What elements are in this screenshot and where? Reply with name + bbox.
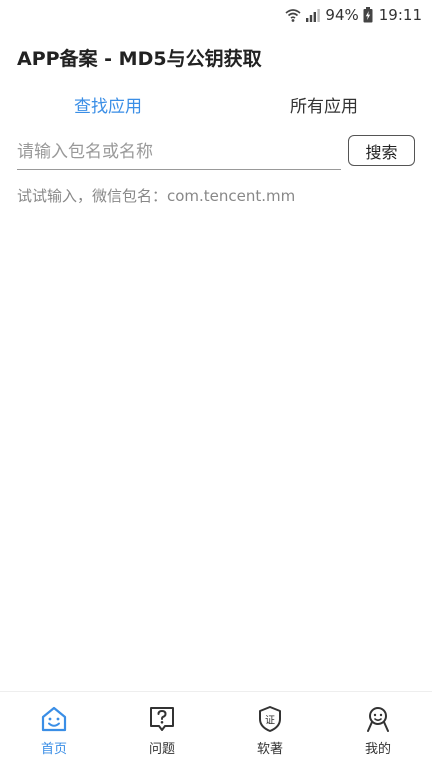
search-hint: 试试输入，微信包名：com.tencent.mm — [17, 187, 296, 205]
battery-level: 94% — [325, 6, 359, 24]
battery-charging-icon — [363, 7, 373, 23]
status-bar: 94% 19:11 — [0, 0, 432, 30]
nav-label-home: 首页 — [40, 742, 67, 757]
nav-item-profile[interactable]: 我的 — [324, 692, 432, 768]
certificate-shield-icon: 证 — [255, 704, 285, 734]
nav-label-profile: 我的 — [364, 742, 391, 757]
profile-icon — [363, 704, 393, 734]
svg-text:证: 证 — [265, 715, 275, 727]
tab-find-app[interactable]: 查找应用 — [0, 94, 216, 120]
tab-bar: 查找应用 所有应用 — [0, 94, 432, 120]
nav-label-questions: 问题 — [148, 742, 175, 757]
bottom-nav: 首页 问题 证 软著 我的 — [0, 691, 432, 768]
search-button[interactable]: 搜索 — [348, 135, 415, 166]
tab-all-apps[interactable]: 所有应用 — [216, 94, 432, 120]
signal-icon — [305, 7, 321, 23]
wifi-icon — [285, 7, 301, 23]
nav-item-questions[interactable]: 问题 — [108, 692, 216, 768]
nav-item-home[interactable]: 首页 — [0, 692, 108, 768]
search-row: 搜索 — [17, 134, 415, 170]
nav-label-copyright: 软著 — [256, 742, 283, 757]
home-smile-icon — [39, 704, 69, 734]
search-input[interactable] — [17, 134, 341, 170]
nav-item-copyright[interactable]: 证 软著 — [216, 692, 324, 768]
clock: 19:11 — [378, 6, 422, 24]
question-icon — [147, 704, 177, 734]
page-title: APP备案 - MD5与公钥获取 — [17, 48, 262, 70]
